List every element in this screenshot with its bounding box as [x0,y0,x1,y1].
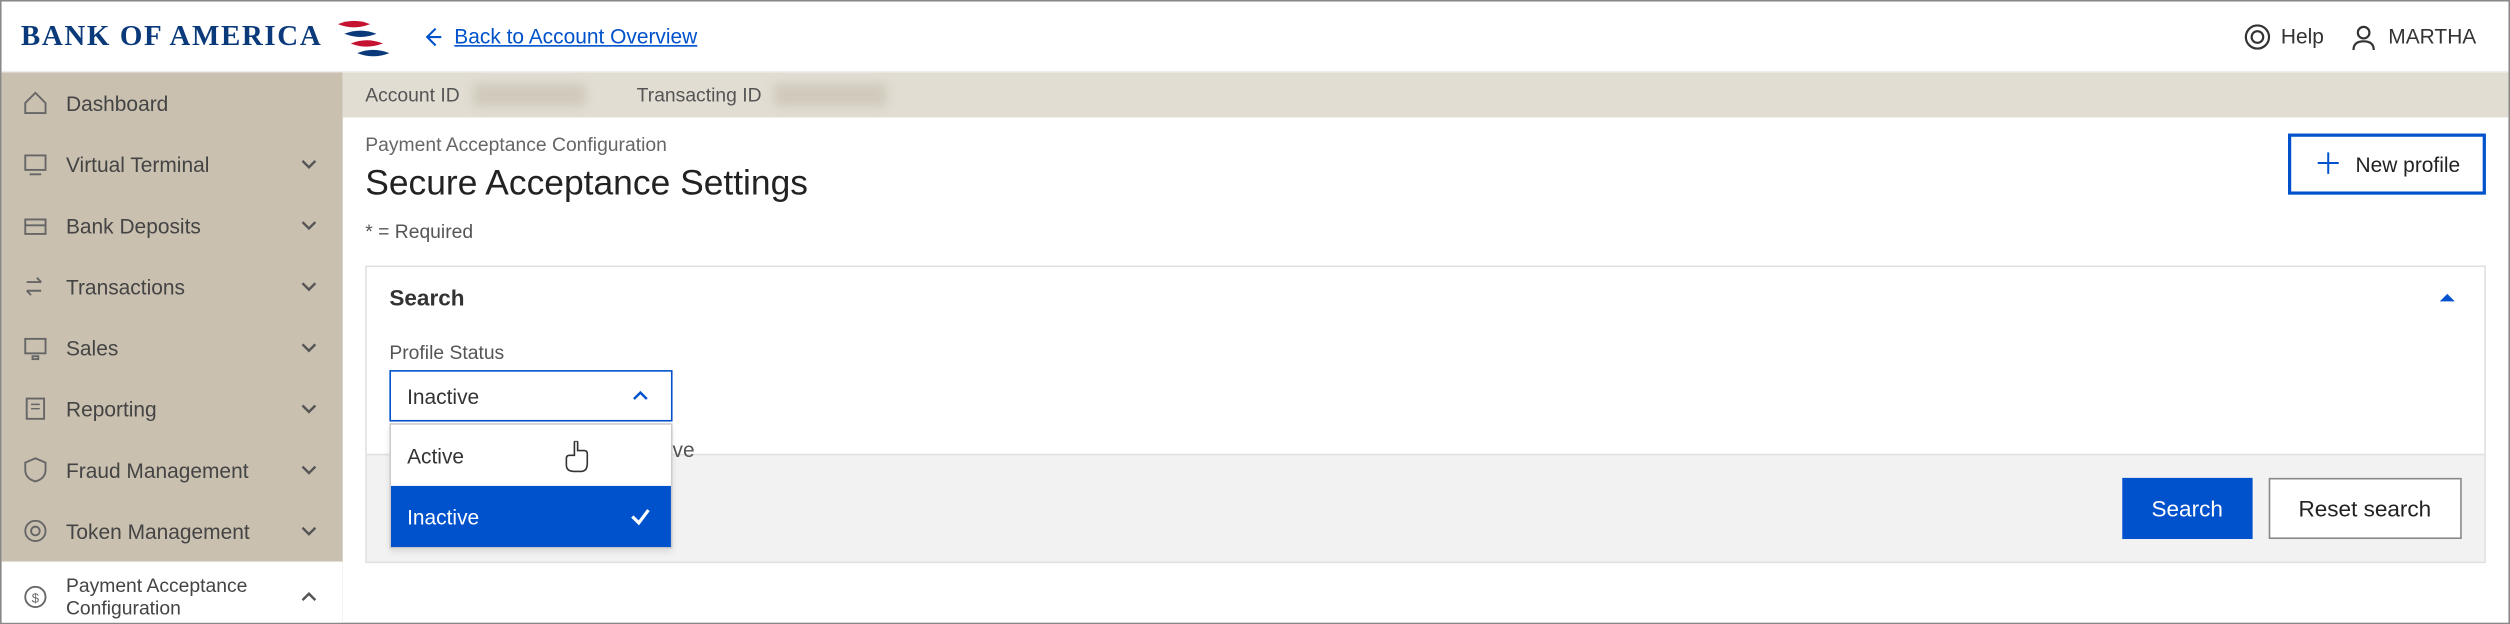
help-icon [2242,22,2271,51]
sidebar-item-transactions[interactable]: Transactions [2,256,343,317]
required-note: * = Required [365,220,808,243]
sidebar-item-fraud-management[interactable]: Fraud Management [2,439,343,500]
search-panel-header[interactable]: Search [367,267,2484,328]
sidebar-item-reporting[interactable]: Reporting [2,378,343,439]
flag-icon [335,17,386,56]
logo-text: BANK OF AMERICA [21,19,322,53]
search-panel: Search Profile Status Inactive Active [365,265,2486,563]
transactions-icon [21,272,50,301]
check-icon [626,502,655,531]
search-button[interactable]: Search [2123,478,2252,539]
sidebar-item-bank-deposits[interactable]: Bank Deposits [2,195,343,256]
help-link[interactable]: Help [2242,22,2324,51]
reporting-icon [21,394,50,423]
chevron-up-icon [626,381,655,410]
app-window: BANK OF AMERICA Back to Account Overview [0,0,2510,624]
chevron-down-icon [294,272,323,301]
sidebar-item-label: Payment Acceptance Configuration [66,574,247,620]
option-active[interactable]: Active [391,425,671,486]
chevron-down-icon [294,455,323,484]
content-area: Payment Acceptance Configuration Secure … [343,117,2509,622]
search-footer: Search Reset search [367,454,2484,562]
back-link-label: Back to Account Overview [454,24,697,48]
new-profile-label: New profile [2356,152,2461,176]
chevron-down-icon [294,394,323,423]
sidebar-nav: Dashboard Virtual Terminal Bank Deposits… [2,72,343,622]
sidebar-item-label: Virtual Terminal [66,152,209,176]
user-icon [2350,22,2379,51]
search-heading: Search [389,285,464,311]
sidebar-item-virtual-terminal[interactable]: Virtual Terminal [2,134,343,195]
chevron-down-icon [294,211,323,240]
search-body: Profile Status Inactive Active Inactive [367,328,2484,454]
option-inactive[interactable]: Inactive [391,486,671,547]
sidebar-item-label: Sales [66,335,118,359]
account-id-value-redacted [473,84,586,107]
option-label: Inactive [407,504,479,528]
sidebar-item-label: Token Management [66,519,250,543]
help-label: Help [2281,24,2324,48]
breadcrumb: Payment Acceptance Configuration [365,134,808,157]
plus-icon: ＋ [2314,150,2343,179]
sidebar-item-label: Bank Deposits [66,213,201,237]
account-id-label: Account ID [365,84,459,107]
back-to-overview-link[interactable]: Back to Account Overview [419,22,697,51]
sidebar-item-token-management[interactable]: Token Management [2,500,343,561]
sidebar-item-label: Dashboard [66,91,168,115]
profile-status-dropdown: Active Inactive [389,423,672,549]
main-content: Account ID Transacting ID Payment Accept… [343,72,2509,622]
collapse-icon [2433,283,2462,312]
sidebar-item-label: Fraud Management [66,458,249,482]
new-profile-button[interactable]: ＋ New profile [2288,134,2486,195]
sidebar-item-sales[interactable]: Sales [2,317,343,378]
svg-text:$: $ [32,591,40,606]
profile-status-value: Inactive [407,384,626,408]
shield-icon [21,455,50,484]
terminal-icon [21,150,50,179]
chevron-down-icon [294,333,323,362]
sidebar-item-label: Transactions [66,274,185,298]
sidebar-item-dashboard[interactable]: Dashboard [2,72,343,133]
deposits-icon [21,211,50,240]
profile-status-select[interactable]: Inactive Active Inactive [389,370,672,421]
token-icon [21,516,50,545]
bank-logo: BANK OF AMERICA [21,17,387,56]
id-bar: Account ID Transacting ID [343,72,2509,117]
reset-search-button[interactable]: Reset search [2268,478,2462,539]
chevron-down-icon [294,150,323,179]
transacting-id-value-redacted [774,84,887,107]
page-title: Secure Acceptance Settings [365,163,808,205]
user-name: MARTHA [2388,24,2476,48]
option-label: Active [407,443,464,467]
profile-status-label: Profile Status [389,341,2461,364]
home-icon [21,88,50,117]
truncated-text: ve [673,438,695,462]
sales-icon [21,333,50,362]
config-icon: $ [21,582,50,611]
global-header: BANK OF AMERICA Back to Account Overview [2,2,2509,73]
arrow-left-icon [419,22,448,51]
chevron-down-icon [294,516,323,545]
user-menu[interactable]: MARTHA [2350,22,2477,51]
sidebar-item-payment-acceptance-configuration[interactable]: $ Payment Acceptance Configuration [2,562,343,623]
chevron-up-icon [294,582,323,611]
sidebar-item-label: Reporting [66,397,157,421]
transacting-id-label: Transacting ID [637,84,762,107]
